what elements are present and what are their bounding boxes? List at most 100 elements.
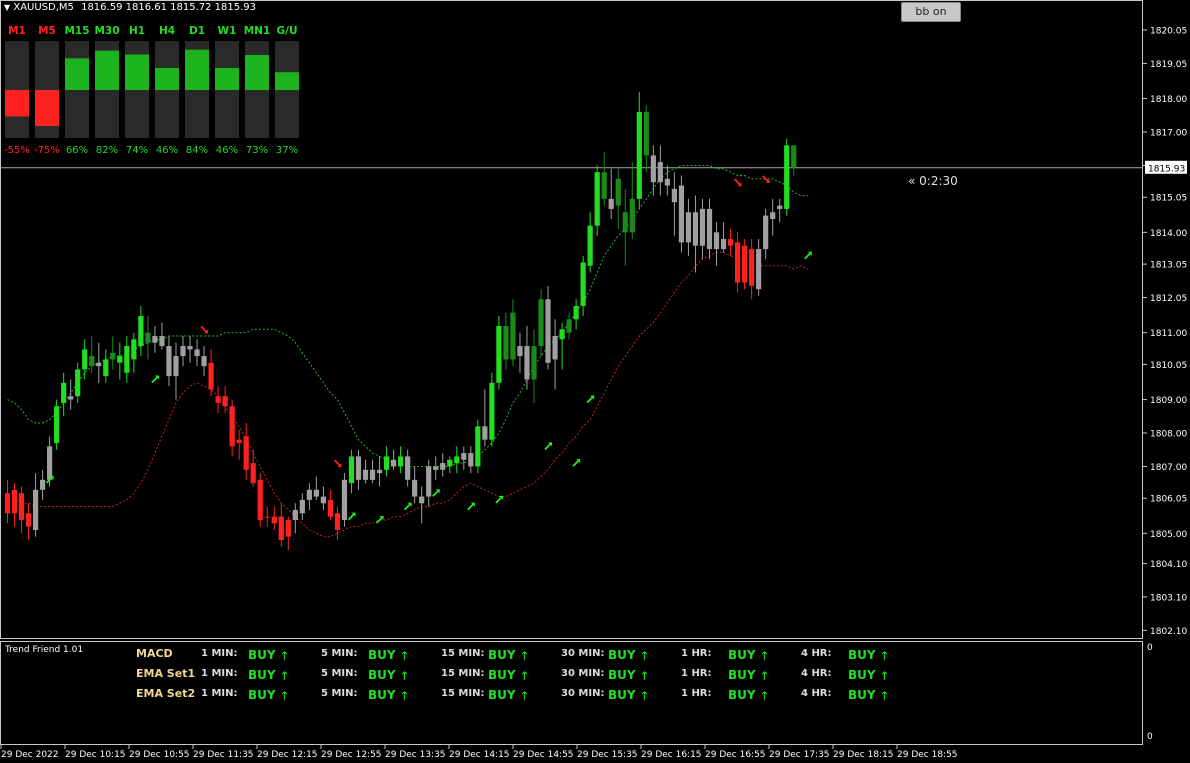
trend-signal-text: BUY	[368, 648, 396, 662]
candle	[678, 175, 685, 253]
candle	[32, 473, 39, 537]
symbol-header: ▼ XAUUSD,M5 1816.59 1816.61 1815.72 1815…	[4, 2, 256, 13]
candle	[468, 446, 474, 474]
x-tick-label: 29 Dec 10:15	[65, 750, 126, 760]
strength-label: H4	[158, 25, 176, 37]
candle	[348, 449, 355, 494]
buy-arrow-icon	[375, 515, 384, 524]
candle	[75, 362, 81, 403]
candle	[770, 198, 776, 236]
trend-signal: BUY 🡑	[848, 647, 887, 666]
candle	[306, 483, 312, 510]
candle	[369, 459, 376, 484]
candle-body	[545, 299, 551, 363]
bb-on-button[interactable]: bb on	[901, 2, 961, 22]
candle-body	[777, 205, 783, 209]
y-tick-label: 1806.05	[1150, 495, 1187, 505]
candle	[699, 198, 706, 260]
candle	[243, 422, 249, 480]
x-tick-label: 29 Dec 14:15	[449, 750, 510, 760]
candle	[229, 399, 235, 457]
candle	[742, 239, 748, 290]
indicator-axis-bottom: 0	[1147, 732, 1153, 742]
candle	[194, 339, 200, 367]
candle	[482, 389, 488, 447]
candle	[594, 165, 600, 236]
buy-arrow-icon	[467, 502, 475, 511]
x-tick-label: 29 Dec 18:55	[897, 750, 958, 760]
candle	[489, 372, 495, 447]
candle	[201, 346, 207, 377]
candle	[622, 188, 628, 266]
candle	[61, 372, 67, 417]
candle	[720, 222, 727, 253]
candle-body	[749, 249, 755, 286]
candle	[341, 473, 348, 527]
strength-bar-m15	[65, 41, 89, 138]
candle	[650, 145, 656, 196]
candle	[264, 506, 270, 527]
y-tick-label: 1802.10	[1150, 627, 1187, 637]
candle-body	[32, 489, 39, 530]
x-tick-label: 29 Dec 14:55	[513, 750, 574, 760]
candle	[117, 342, 123, 380]
candle	[573, 299, 579, 330]
x-tick-label: 29 Dec 13:35	[385, 750, 446, 760]
candle	[629, 162, 635, 240]
strength-bar-fill	[245, 54, 269, 90]
candle	[440, 453, 446, 477]
y-tick-label: 1817.00	[1150, 129, 1187, 139]
candle-body	[503, 325, 509, 360]
trend-signal-text: BUY	[728, 648, 756, 662]
up-arrow-icon: 🡑	[521, 689, 528, 702]
candle	[587, 212, 593, 273]
candle-body	[770, 212, 776, 219]
trend-timeframe-label: 15 MIN:	[441, 668, 485, 679]
symbol-name: XAUUSD,M5	[13, 2, 74, 13]
candle	[552, 319, 558, 390]
candle	[777, 198, 783, 223]
strength-bar-fill	[35, 90, 59, 126]
candle-body	[40, 479, 46, 490]
trend-timeframe-label: 1 MIN:	[201, 648, 238, 659]
strength-bar-fill	[125, 54, 149, 90]
candle	[763, 208, 769, 260]
strength-bar-fill	[65, 58, 89, 90]
candle-body	[643, 111, 649, 156]
candle	[362, 459, 369, 484]
strength-bar-fill	[95, 50, 119, 90]
candle	[643, 105, 649, 173]
trend-signal-text: BUY	[488, 688, 516, 702]
x-tick-label: 29 Dec 11:35	[193, 750, 254, 760]
candle-body	[369, 469, 376, 480]
strength-percent: 84%	[185, 145, 209, 156]
candle-body	[510, 312, 516, 360]
trend-signal: BUY 🡑	[488, 647, 527, 666]
x-tick-label: 29 Dec 16:15	[641, 750, 702, 760]
candle	[40, 469, 46, 500]
candle	[180, 336, 186, 367]
candle	[215, 386, 221, 413]
strength-percent: 66%	[65, 145, 89, 156]
trend-signal: BUY 🡑	[248, 687, 287, 706]
buy-arrow-icon	[586, 395, 595, 404]
candle	[355, 449, 362, 490]
trend-signal-text: BUY	[848, 648, 876, 662]
dropdown-triangle-icon[interactable]: ▼	[4, 3, 10, 12]
up-arrow-icon: 🡑	[641, 649, 648, 662]
strength-bar-fill	[155, 67, 179, 90]
trend-timeframe-label: 1 MIN:	[201, 668, 238, 679]
candle	[664, 165, 670, 196]
candle-body	[82, 349, 88, 370]
strength-bar-mn1	[245, 41, 269, 138]
candle-body	[671, 188, 677, 203]
candle	[383, 446, 390, 477]
candle	[11, 483, 18, 527]
up-arrow-icon: 🡑	[761, 649, 768, 662]
candle	[145, 315, 151, 360]
candle-body	[685, 212, 692, 243]
x-tick-label: 29 Dec 15:35	[577, 750, 638, 760]
y-tick-label: 1813.05	[1150, 261, 1187, 271]
trend-signal-text: BUY	[608, 688, 636, 702]
strength-bar-m30	[95, 41, 119, 138]
